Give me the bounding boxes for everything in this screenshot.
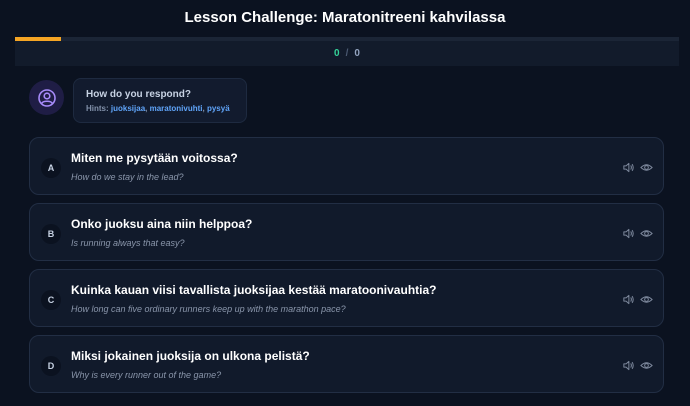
speaker-icon[interactable] — [621, 358, 635, 372]
score-total: 0 — [354, 48, 360, 59]
prompt-hints: Hints: juoksijaa, maratonivuhti, pysyä — [86, 104, 230, 113]
answer-option-a[interactable]: A Miten me pysytään voitossa? How do we … — [29, 137, 664, 195]
prompt-bubble: How do you respond? Hints: juoksijaa, ma… — [73, 78, 247, 123]
option-translation: How do we stay in the lead? — [71, 172, 184, 182]
eye-icon[interactable] — [639, 226, 653, 240]
option-letter: D — [41, 356, 61, 376]
score-correct: 0 — [334, 48, 340, 59]
eye-icon[interactable] — [639, 160, 653, 174]
answer-option-c[interactable]: C Kuinka kauan viisi tavallista juoksija… — [29, 269, 664, 327]
option-translation: Is running always that easy? — [71, 238, 185, 248]
option-letter: B — [41, 224, 61, 244]
eye-icon[interactable] — [639, 358, 653, 372]
score-separator: / — [345, 48, 349, 59]
speaker-icon[interactable] — [621, 160, 635, 174]
option-text: Miksi jokainen juoksija on ulkona pelist… — [71, 349, 310, 363]
option-letter: A — [41, 158, 61, 178]
hint-word[interactable]: maratonivuhti — [150, 104, 203, 113]
user-circle-icon — [29, 80, 64, 115]
speaker-icon[interactable] — [621, 292, 635, 306]
answer-option-b[interactable]: B Onko juoksu aina niin helppoa? Is runn… — [29, 203, 664, 261]
option-translation: How long can five ordinary runners keep … — [71, 304, 346, 314]
eye-icon[interactable] — [639, 292, 653, 306]
option-letter: C — [41, 290, 61, 310]
option-text: Miten me pysytään voitossa? — [71, 151, 238, 165]
option-text: Onko juoksu aina niin helppoa? — [71, 217, 253, 231]
prompt-title: How do you respond? — [86, 89, 191, 100]
score-counter: 0 / 0 — [15, 41, 679, 66]
hints-label: Hints: — [86, 104, 109, 113]
option-translation: Why is every runner out of the game? — [71, 370, 222, 380]
answer-option-d[interactable]: D Miksi jokainen juoksija on ulkona peli… — [29, 335, 664, 393]
speaker-icon[interactable] — [621, 226, 635, 240]
hint-word[interactable]: pysyä — [207, 104, 230, 113]
hint-word[interactable]: juoksijaa — [111, 104, 145, 113]
lesson-title: Lesson Challenge: Maratonitreeni kahvila… — [184, 8, 506, 26]
option-text: Kuinka kauan viisi tavallista juoksijaa … — [71, 283, 437, 297]
